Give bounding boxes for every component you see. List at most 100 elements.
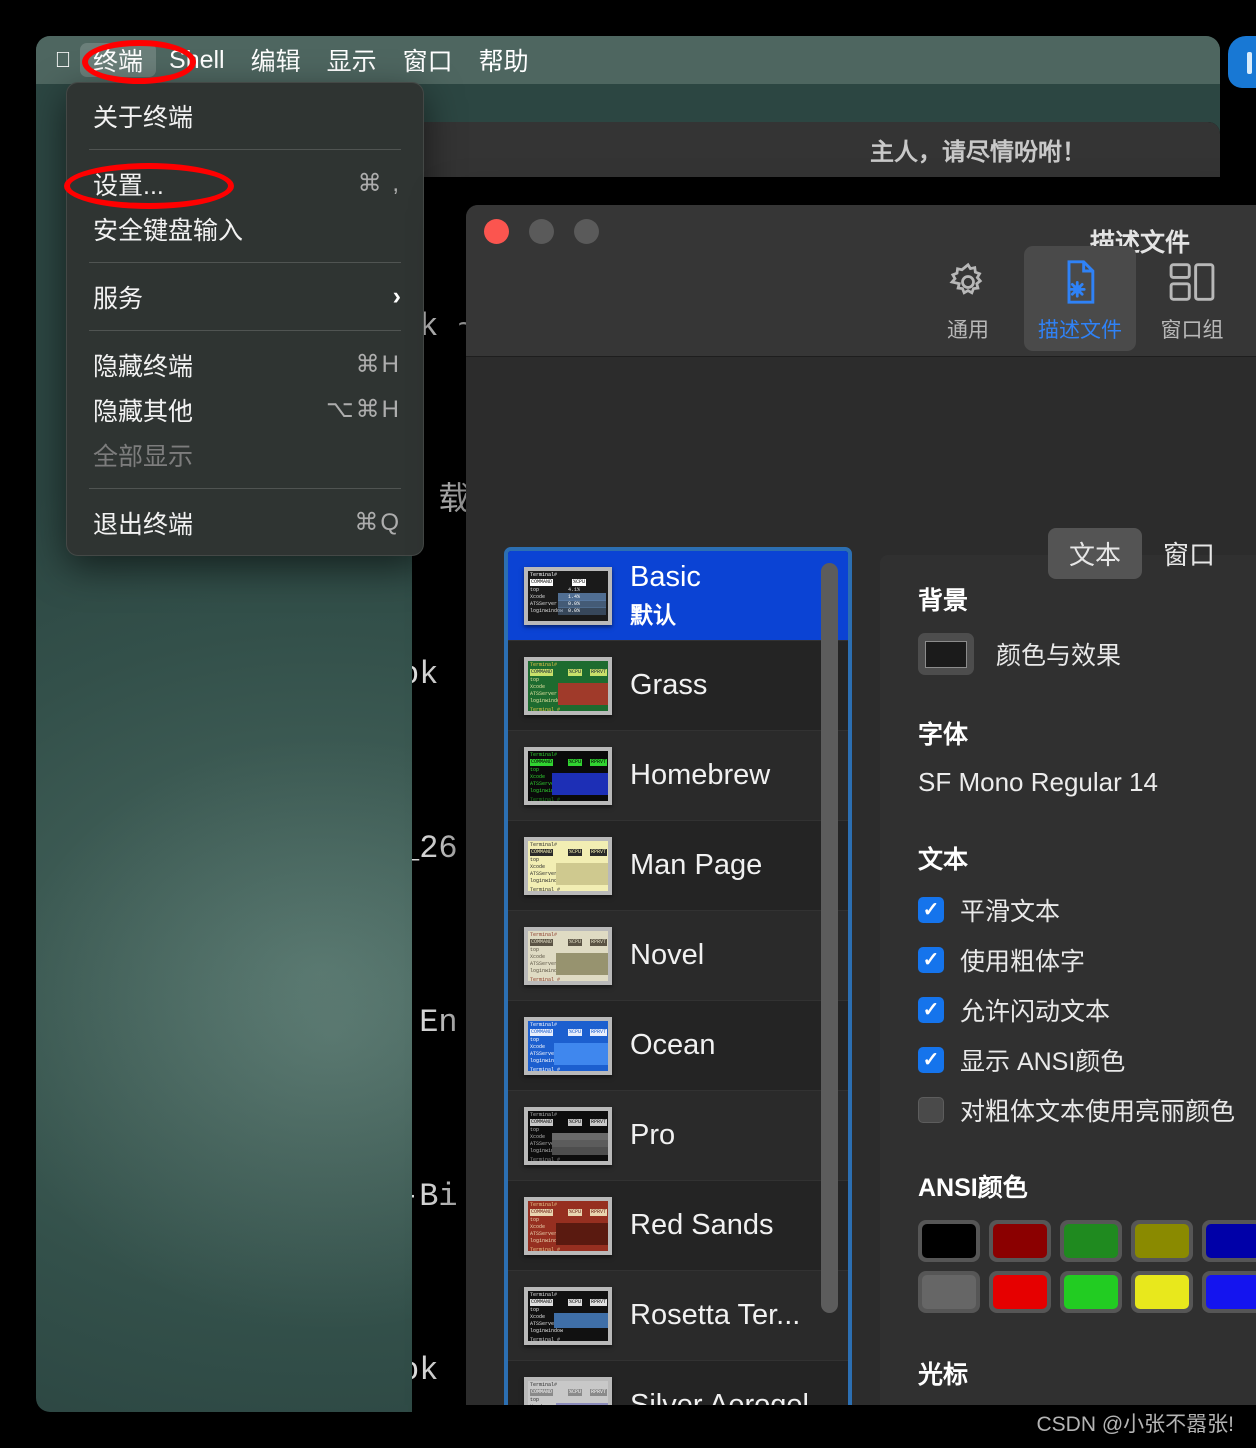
profile-name-wrap: Man Page <box>630 849 762 882</box>
profile-name-wrap: Grass <box>630 669 707 702</box>
menu-item-shell[interactable]: Shell <box>156 43 238 77</box>
ansi-swatch-red[interactable] <box>989 1220 1051 1262</box>
profile-row-homebrew[interactable]: Terminal# COMMAND %CPU RPRVT top Xcode A… <box>508 731 848 821</box>
menu-row-label: 隐藏其他 <box>93 397 194 426</box>
close-button[interactable] <box>484 219 509 244</box>
chevron-right-icon: › <box>392 282 401 310</box>
profile-thumbnail: Terminal# COMMAND %CPU RPRVT top Xcode A… <box>524 836 612 895</box>
font-value[interactable]: SF Mono Regular 14 <box>918 767 1256 798</box>
checkbox-label: 对粗体文本使用亮丽颜色 <box>960 1098 1236 1126</box>
settings-content: Terminal# COMMAND %CPU top 4.1% Xcode 1.… <box>466 357 1256 1405</box>
menu-item-window[interactable]: 窗口 <box>390 43 466 77</box>
checkbox-bright-bold[interactable] <box>918 1097 944 1123</box>
minimize-button[interactable] <box>529 219 554 244</box>
profile-row-grass[interactable]: Terminal# COMMAND %CPU RPRVT top Xcode A… <box>508 641 848 731</box>
profile-row-rosetta-terminal[interactable]: Terminal# COMMAND %CPU RPRVT top Xcode A… <box>508 1271 848 1361</box>
checkbox-antialias[interactable]: ✓ <box>918 897 944 923</box>
check-icon: ✓ <box>922 1049 940 1071</box>
profile-name-wrap: Silver Aerogel <box>630 1389 809 1405</box>
profile-name: Grass <box>630 669 708 701</box>
menu-item-help[interactable]: 帮助 <box>466 43 542 77</box>
ansi-swatch-bright-yellow[interactable] <box>1131 1271 1193 1313</box>
checkbox-row-bright-bold[interactable]: 对粗体文本使用亮丽颜色 <box>918 1092 1256 1128</box>
checkbox-label: 平滑文本 <box>960 898 1061 926</box>
check-icon: ✓ <box>922 949 940 971</box>
menu-row-secure-keyboard[interactable]: 安全键盘输入 <box>67 206 423 251</box>
ansi-swatch-yellow[interactable] <box>1131 1220 1193 1262</box>
menu-item-edit[interactable]: 编辑 <box>238 43 314 77</box>
toolbar-tab-label: 描述文件 <box>1038 319 1122 342</box>
profile-thumbnail: Terminal# COMMAND %CPU RPRVT top Xcode A… <box>524 656 612 715</box>
ansi-swatch-bright-black[interactable] <box>918 1271 980 1313</box>
toolbar-tab-label: 窗口组 <box>1160 319 1224 342</box>
ansi-swatch-blue[interactable] <box>1202 1220 1256 1262</box>
menu-row-label: 安全键盘输入 <box>93 216 244 245</box>
ansi-swatch-bright-green[interactable] <box>1060 1271 1122 1313</box>
background-color-row: 颜色与效果 <box>918 633 1256 675</box>
checkbox-row-ansi-colors[interactable]: ✓ 显示 ANSI颜色 <box>918 1042 1256 1078</box>
profile-list-scrollbar[interactable] <box>821 561 838 1405</box>
profile-name: Basic <box>630 561 701 593</box>
profile-name-wrap: Red Sands <box>630 1209 774 1242</box>
scrollbar-thumb[interactable] <box>821 563 838 1313</box>
checkbox-blink-text[interactable]: ✓ <box>918 997 944 1023</box>
profile-row-silver-aerogel[interactable]: Terminal# COMMAND %CPU RPRVT top Xcode A… <box>508 1361 848 1405</box>
menu-separator <box>89 149 401 150</box>
terminal-titlebar: 主人，请尽情吩咐！ <box>412 122 1220 178</box>
checkbox-row-bold-fonts[interactable]: ✓ 使用粗体字 <box>918 942 1256 978</box>
detail-segment-control: 文本 窗口 <box>1048 528 1236 579</box>
checkbox-row-blink-text[interactable]: ✓ 允许闪动文本 <box>918 992 1256 1028</box>
profile-row-novel[interactable]: Terminal# COMMAND %CPU RPRVT top Xcode A… <box>508 911 848 1001</box>
ansi-swatch-green[interactable] <box>1060 1220 1122 1262</box>
checkbox-ansi-colors[interactable]: ✓ <box>918 1047 944 1073</box>
profile-list-container: Terminal# COMMAND %CPU top 4.1% Xcode 1.… <box>504 547 852 1405</box>
profile-thumbnail: Terminal# COMMAND %CPU RPRVT top Xcode A… <box>524 1016 612 1075</box>
menu-item-view[interactable]: 显示 <box>314 43 390 77</box>
menu-row-services[interactable]: 服务 › <box>67 274 423 319</box>
ansi-swatch-bright-blue[interactable] <box>1202 1271 1256 1313</box>
apple-logo-icon[interactable]:  <box>46 36 80 84</box>
segment-window[interactable]: 窗口 <box>1142 528 1236 579</box>
gear-icon <box>946 255 990 309</box>
profile-name: Novel <box>630 939 705 971</box>
profile-list[interactable]: Terminal# COMMAND %CPU top 4.1% Xcode 1.… <box>504 547 852 1405</box>
checkbox-label: 显示 ANSI颜色 <box>960 1048 1126 1076</box>
menu-item-terminal[interactable]: 终端 <box>80 43 157 77</box>
checkbox-bold-fonts[interactable]: ✓ <box>918 947 944 973</box>
menu-row-hide-others[interactable]: 隐藏其他 ⌥⌘H <box>67 387 423 432</box>
menu-row-quit-terminal[interactable]: 退出终端 ⌘Q <box>67 500 423 545</box>
segment-text[interactable]: 文本 <box>1048 528 1143 579</box>
background-color-well[interactable] <box>918 633 974 675</box>
section-title-background: 背景 <box>918 587 969 615</box>
ansi-swatch-bright-red[interactable] <box>989 1271 1051 1313</box>
check-icon: ✓ <box>922 899 940 921</box>
profile-row-red-sands[interactable]: Terminal# COMMAND %CPU RPRVT top Xcode A… <box>508 1181 848 1271</box>
profile-detail-pane: 文本 窗口 背景 颜色与效果 字体 SF Mono Regular 14 文本 … <box>880 528 1256 1405</box>
menu-row-label: 退出终端 <box>93 510 194 539</box>
menu-row-about[interactable]: 关于终端 <box>67 93 423 138</box>
checkbox-row-antialias[interactable]: ✓ 平滑文本 <box>918 892 1256 928</box>
menu-row-label: 服务 <box>93 284 144 313</box>
profile-name: Man Page <box>630 849 763 881</box>
toolbar-tab-profiles[interactable]: 描述文件 <box>1024 246 1136 351</box>
profile-name-wrap: Pro <box>630 1119 675 1152</box>
profile-row-man-page[interactable]: Terminal# COMMAND %CPU RPRVT top Xcode A… <box>508 821 848 911</box>
settings-toolbar: 描述文件 通用 描述文件 窗口组 <box>466 205 1256 357</box>
profile-thumbnail: Terminal# COMMAND %CPU RPRVT top Xcode A… <box>524 1196 612 1255</box>
menu-row-hide-terminal[interactable]: 隐藏终端 ⌘H <box>67 342 423 387</box>
profile-row-pro[interactable]: Terminal# COMMAND %CPU RPRVT top Xcode A… <box>508 1091 848 1181</box>
profile-row-basic[interactable]: Terminal# COMMAND %CPU top 4.1% Xcode 1.… <box>508 551 848 641</box>
toolbar-tab-general[interactable]: 通用 <box>912 246 1024 351</box>
document-gear-icon <box>1058 255 1102 309</box>
menu-row-label: 全部显示 <box>93 442 194 471</box>
profile-name-wrap: Homebrew <box>630 759 770 792</box>
zoom-button[interactable] <box>574 219 599 244</box>
profile-row-ocean[interactable]: Terminal# COMMAND %CPU RPRVT top Xcode A… <box>508 1001 848 1091</box>
check-icon: ✓ <box>922 999 940 1021</box>
ansi-swatch-black[interactable] <box>918 1220 980 1262</box>
menu-row-settings[interactable]: 设置... ⌘ , <box>67 161 423 206</box>
background-color-swatch <box>925 640 967 668</box>
section-title-font: 字体 <box>918 721 969 749</box>
profile-name: Homebrew <box>630 759 771 791</box>
toolbar-tab-window-groups[interactable]: 窗口组 <box>1136 246 1248 351</box>
